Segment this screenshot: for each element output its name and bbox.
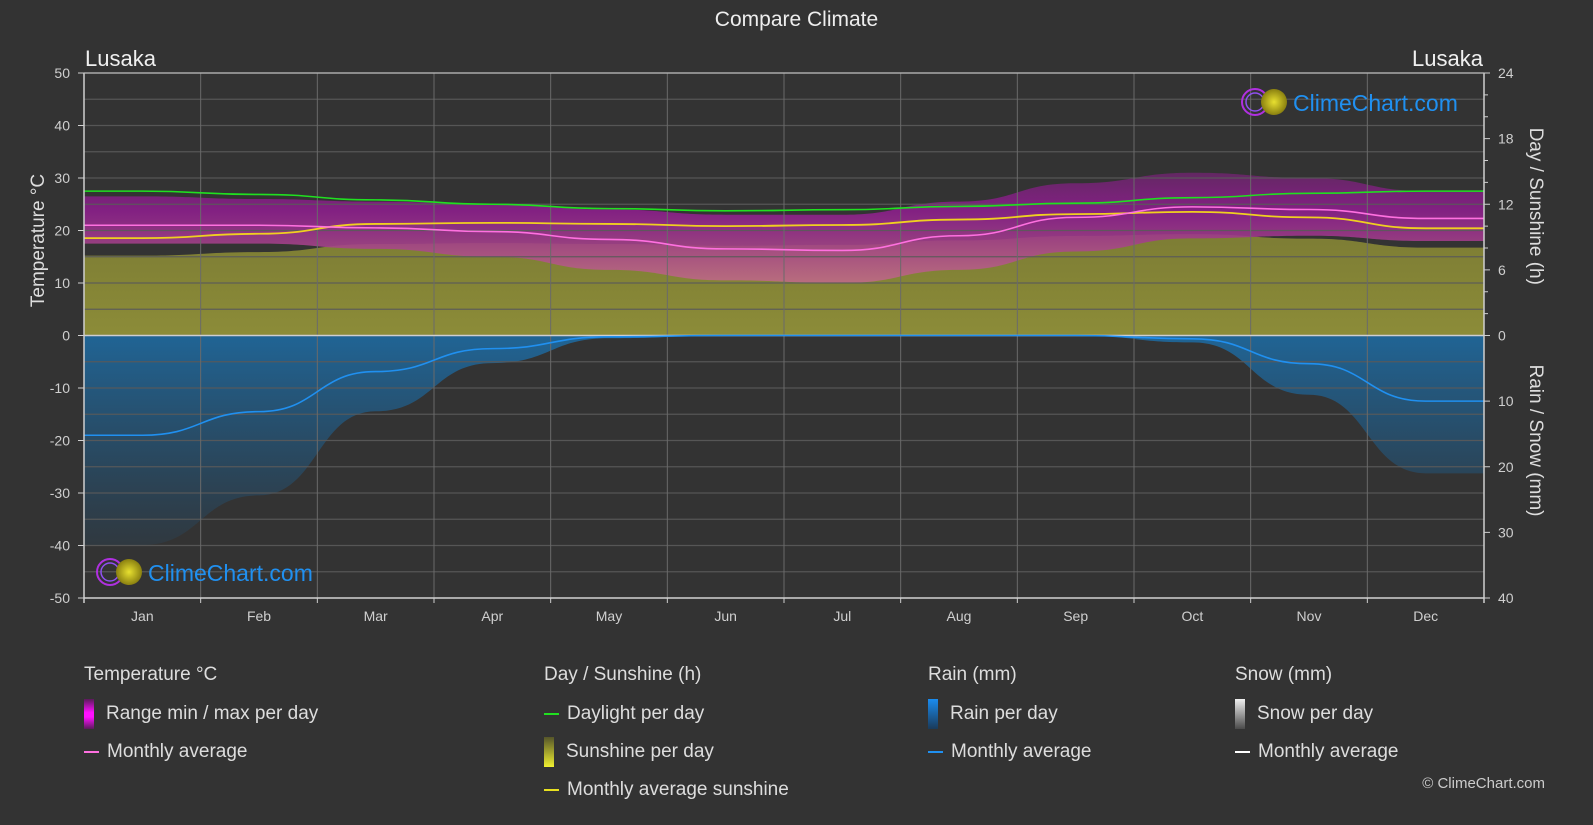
- legend-label: Monthly average: [1258, 741, 1399, 762]
- x-tick-label: Mar: [364, 608, 388, 624]
- right-tick-label: 0: [1498, 328, 1506, 344]
- legend-title: Day / Sunshine (h): [544, 664, 702, 685]
- left-tick-label: 10: [54, 275, 70, 291]
- right-tick-label: 6: [1498, 262, 1506, 278]
- legend-item: Monthly average: [84, 741, 318, 763]
- x-tick-label: Dec: [1413, 608, 1438, 624]
- climate-chart: 50 40 30 20 10 0 -10 -20 -30 -40 -50 24 18 12 6 0 10 20 30…: [28, 65, 1546, 624]
- x-tick-label: Oct: [1181, 608, 1203, 624]
- watermark-text: ClimeChart.com: [1293, 90, 1458, 116]
- white-line-icon: [1235, 751, 1250, 753]
- right-tick-label: 10: [1498, 393, 1514, 409]
- yellow-line-icon: [544, 789, 559, 791]
- left-tick-label: 40: [54, 118, 70, 134]
- white-gradient-bar-icon: [1235, 699, 1245, 729]
- left-tick-label: 30: [54, 170, 70, 186]
- legend-item: Snow per day: [1235, 699, 1398, 729]
- left-tick-label: -30: [50, 485, 70, 501]
- yellow-gradient-bar-icon: [544, 737, 554, 767]
- legend-item: Monthly average sunshine: [544, 779, 789, 801]
- left-axis-title: Temperature °C: [28, 174, 49, 307]
- sun-logo-icon: [1261, 89, 1287, 115]
- x-tick-label: Apr: [481, 608, 503, 624]
- legend-label: Monthly average sunshine: [567, 779, 789, 800]
- watermark-text: ClimeChart.com: [148, 560, 313, 586]
- left-tick-label: -20: [50, 433, 70, 449]
- legend-snow: Snow (mm) Snow per day Monthly average: [1235, 664, 1398, 779]
- x-tick-label: Jan: [131, 608, 154, 624]
- left-tick-label: -10: [50, 380, 70, 396]
- right-tick-label: 30: [1498, 524, 1514, 540]
- legend-title: Snow (mm): [1235, 664, 1333, 685]
- right-tick-label: 24: [1498, 65, 1514, 81]
- pink-line-icon: [84, 751, 99, 753]
- legend-title: Rain (mm): [928, 664, 1017, 685]
- legend-sunshine: Day / Sunshine (h) Daylight per day Suns…: [544, 664, 789, 817]
- legend-label: Daylight per day: [567, 703, 705, 724]
- legend-item: Daylight per day: [544, 703, 789, 725]
- left-tick-label: 50: [54, 65, 70, 81]
- copyright: © ClimeChart.com: [1422, 775, 1545, 792]
- legend-item: Monthly average: [928, 741, 1091, 763]
- x-tick-label: Nov: [1297, 608, 1322, 624]
- right-axis-title-rain: Rain / Snow (mm): [1525, 364, 1546, 516]
- legend-item: Range min / max per day: [84, 699, 319, 729]
- right-tick-label: 12: [1498, 196, 1514, 212]
- x-tick-label: Jun: [714, 608, 737, 624]
- legend-item: Sunshine per day: [544, 737, 789, 767]
- watermark-bottom: ClimeChart.com: [96, 558, 313, 586]
- left-tick-label: -50: [50, 590, 70, 606]
- left-tick-label: 0: [62, 328, 70, 344]
- sun-logo-icon: [116, 559, 142, 585]
- x-tick-label: Feb: [247, 608, 271, 624]
- legend-label: Rain per day: [950, 703, 1058, 724]
- blue-gradient-bar-icon: [928, 699, 938, 729]
- right-tick-label: 40: [1498, 590, 1514, 606]
- legend-title: Temperature °C: [84, 664, 218, 685]
- magenta-gradient-bar-icon: [84, 699, 94, 729]
- legend-label: Sunshine per day: [566, 741, 714, 762]
- right-tick-label: 18: [1498, 131, 1514, 147]
- blue-line-icon: [928, 751, 943, 753]
- left-tick-label: -40: [50, 538, 70, 554]
- x-tick-label: May: [596, 608, 622, 624]
- legend-item: Monthly average: [1235, 741, 1398, 763]
- legend-item: Rain per day: [928, 699, 1091, 729]
- watermark-top: ClimeChart.com: [1241, 88, 1458, 116]
- x-tick-label: Jul: [833, 608, 851, 624]
- right-axis-title-sunshine: Day / Sunshine (h): [1525, 128, 1546, 285]
- legend-label: Range min / max per day: [106, 703, 319, 724]
- x-tick-label: Sep: [1063, 608, 1088, 624]
- x-tick-label: Aug: [947, 608, 972, 624]
- legend-label: Monthly average: [107, 741, 248, 762]
- legend-temperature: Temperature °C Range min / max per day M…: [84, 664, 318, 779]
- legend-rain: Rain (mm) Rain per day Monthly average: [928, 664, 1091, 779]
- legend-label: Monthly average: [951, 741, 1092, 762]
- left-tick-label: 20: [54, 223, 70, 239]
- green-line-icon: [544, 713, 559, 715]
- right-tick-label: 20: [1498, 459, 1514, 475]
- legend-label: Snow per day: [1257, 703, 1374, 724]
